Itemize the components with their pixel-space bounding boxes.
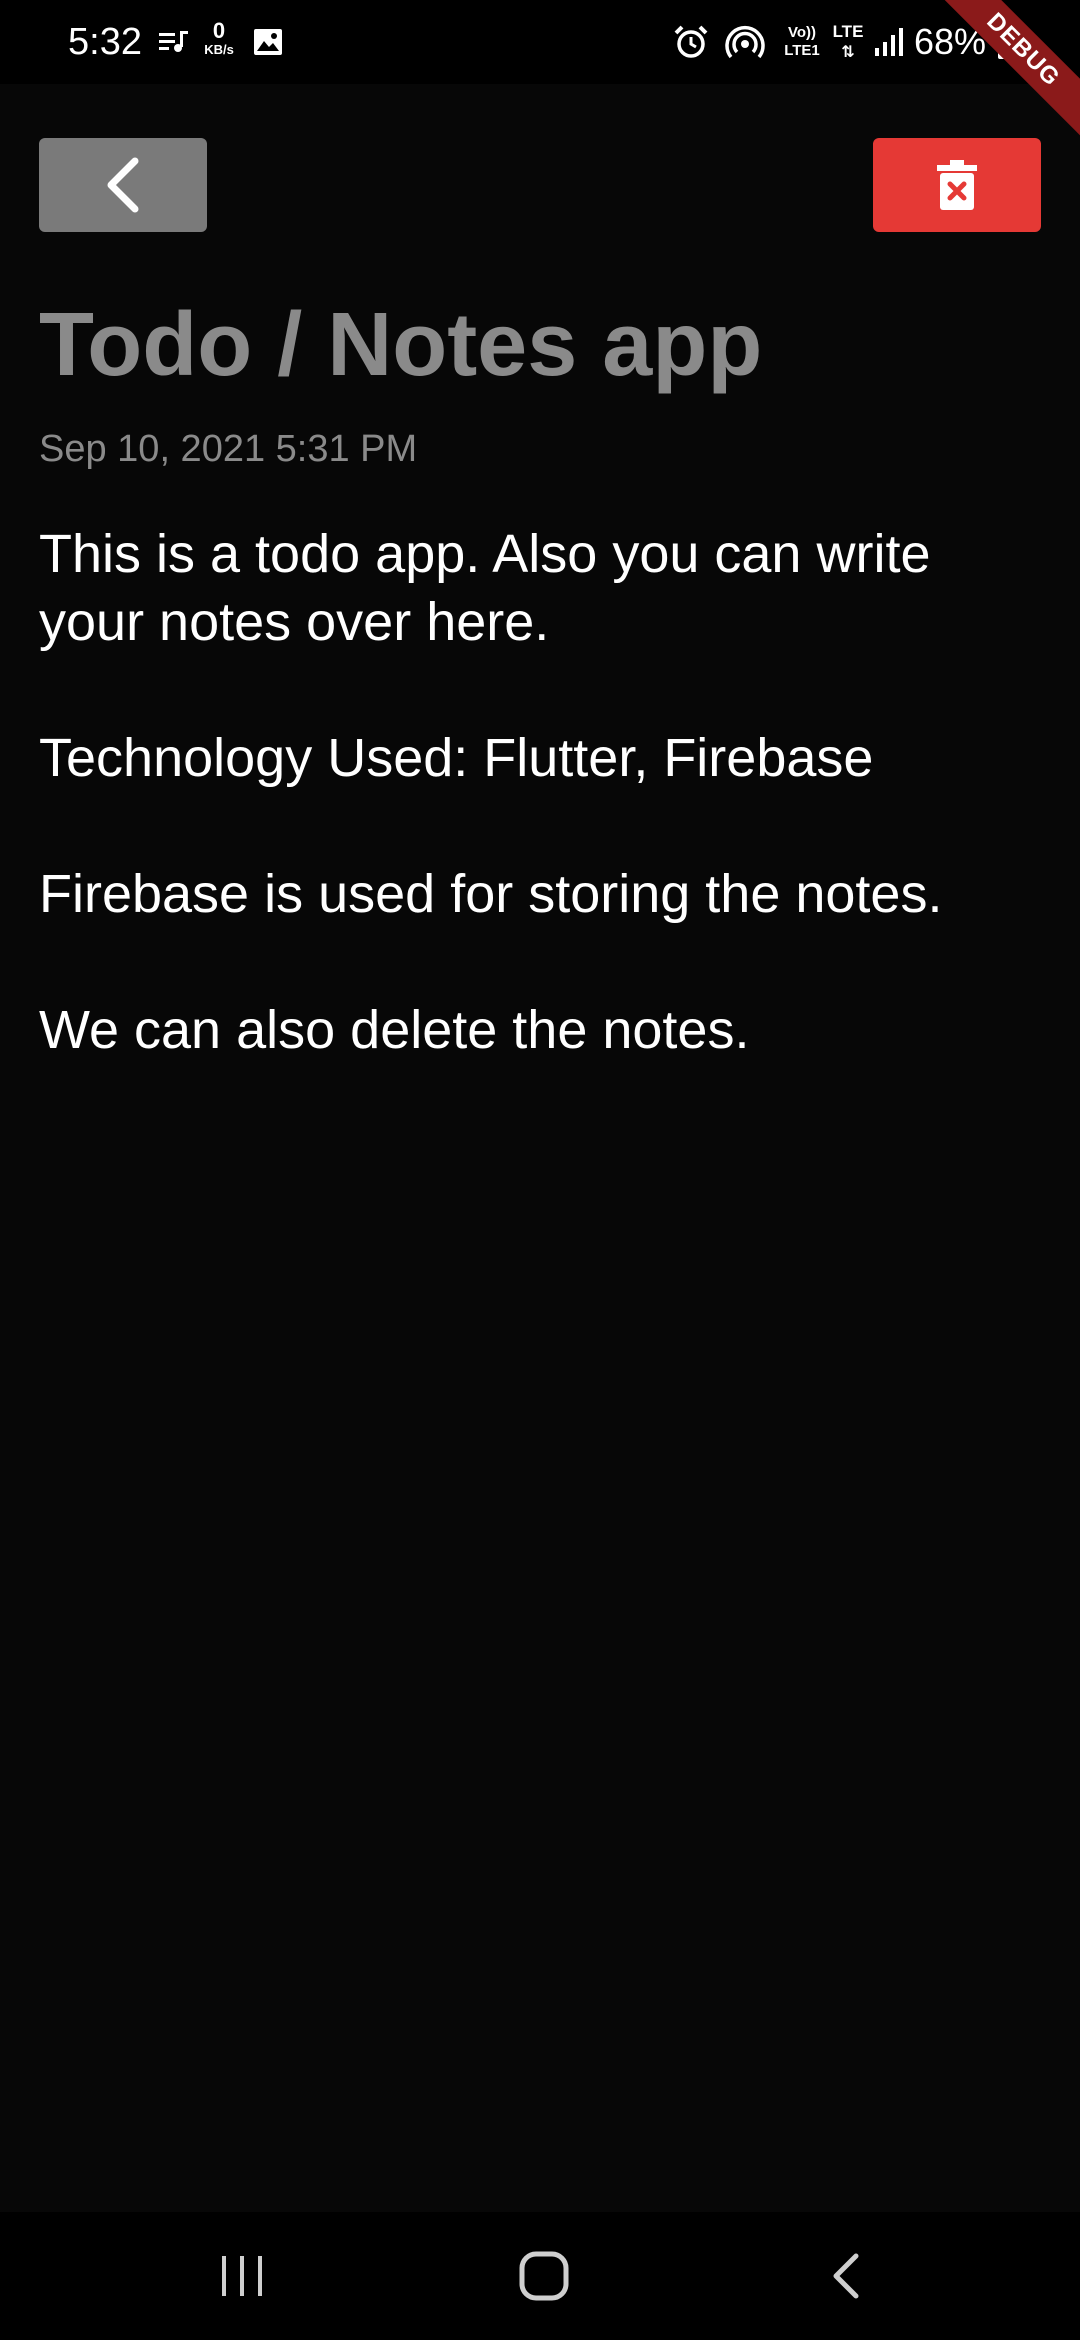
lte-label: LTE: [832, 22, 864, 41]
music-queue-icon: [158, 22, 190, 62]
nav-back-button[interactable]: [806, 2240, 886, 2312]
nav-bar: [0, 2212, 1080, 2340]
volte-indicator: Vo)) LTE1: [780, 24, 824, 60]
net-speed-value: 0: [212, 18, 226, 43]
status-time: 5:32: [68, 21, 142, 63]
home-button[interactable]: [504, 2240, 584, 2312]
lte-indicator: LTE ⇅: [830, 22, 866, 63]
back-icon: [833, 2253, 859, 2299]
data-arrows-icon: ⇅: [841, 44, 855, 61]
note-body: This is a todo app. Also you can write y…: [39, 524, 943, 1060]
status-bar: 5:32 0 KB/s Vo)) LTE1 LTE ⇅ 68% DEBUG: [0, 0, 1080, 146]
back-button[interactable]: [39, 138, 207, 232]
recents-button[interactable]: [202, 2240, 282, 2312]
net-speed-unit: KB/s: [204, 42, 234, 57]
chevron-left-icon: [107, 157, 139, 213]
volte-label-top: Vo)): [787, 24, 817, 41]
note-date: Sep 10, 2021 5:31 PM: [39, 428, 418, 470]
net-speed-indicator: 0 KB/s: [198, 20, 240, 58]
home-icon: [519, 2251, 569, 2301]
note-title: Todo / Notes app: [39, 295, 763, 395]
recents-icon: [222, 2256, 262, 2296]
signal-icon: [872, 22, 906, 62]
alarm-icon: [672, 22, 710, 62]
delete-button[interactable]: [873, 138, 1041, 232]
image-icon: [252, 22, 284, 62]
delete-x-icon: [937, 160, 977, 210]
volte-label-bottom: LTE1: [784, 42, 820, 59]
hotspot-icon: [724, 22, 766, 62]
